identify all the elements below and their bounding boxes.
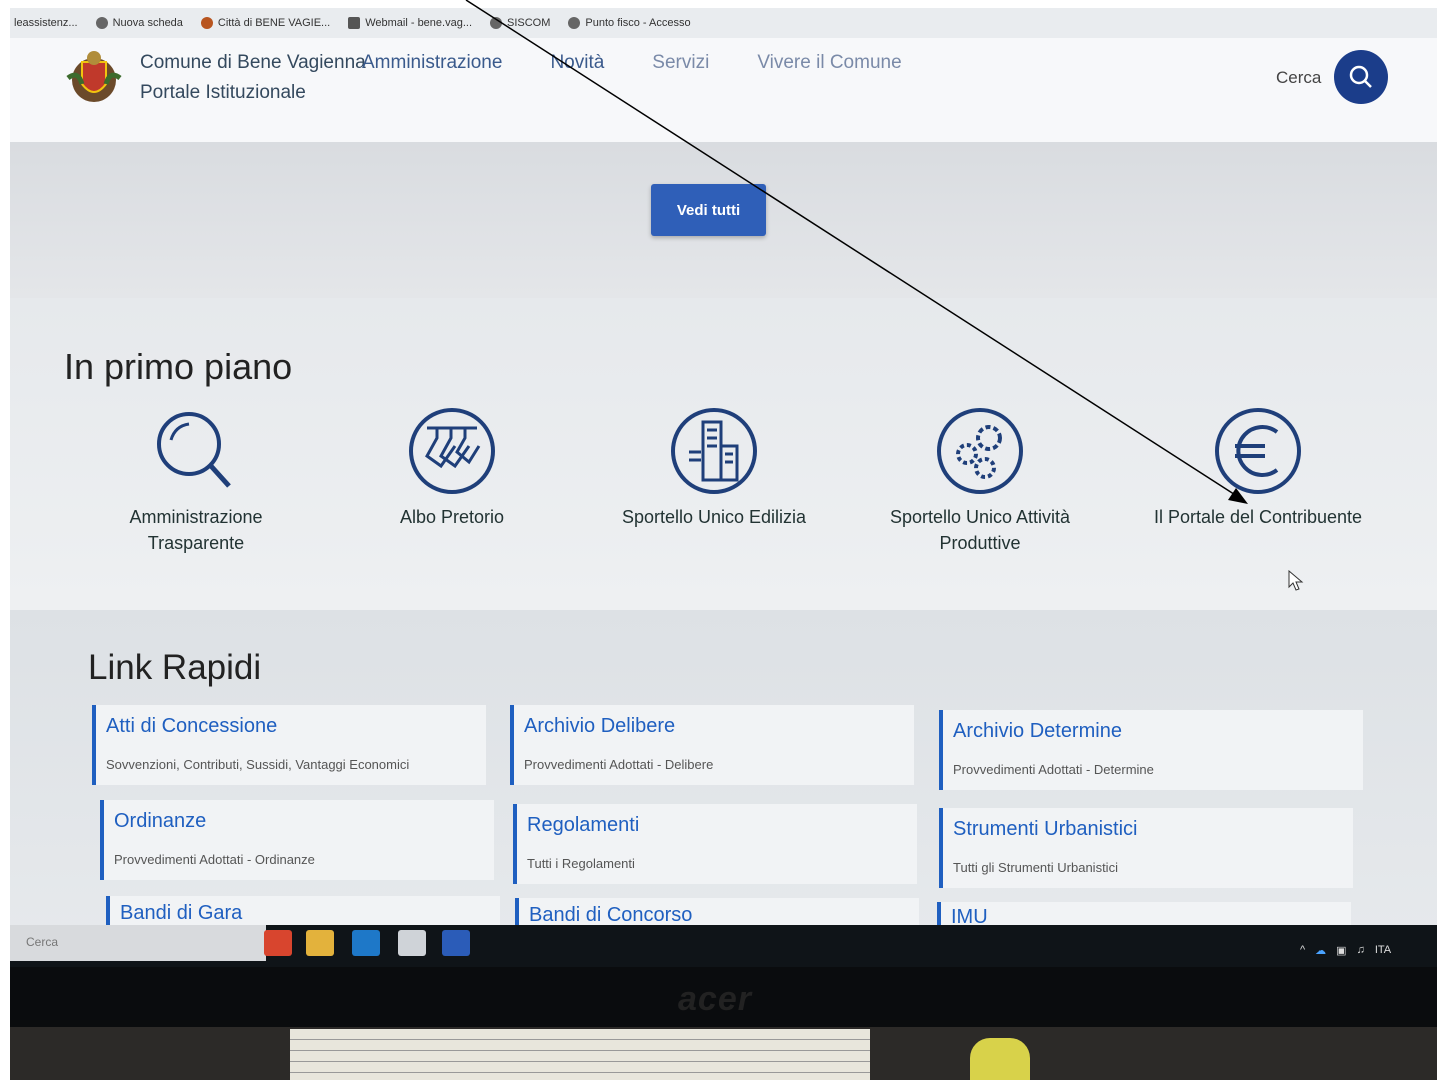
annotation-arrow xyxy=(465,0,1248,504)
